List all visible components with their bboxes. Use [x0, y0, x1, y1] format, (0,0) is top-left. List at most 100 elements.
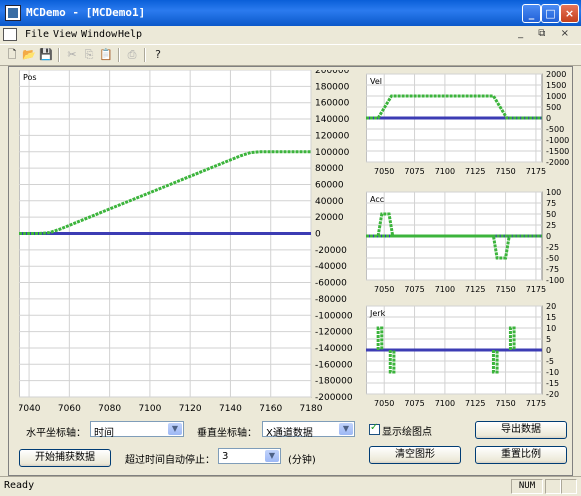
position-chart[interactable]: Pos2000001800001600001400001200001000008… — [19, 70, 354, 415]
clear-graph-button[interactable]: 清空图形 — [369, 446, 461, 464]
y-tick-label: 50 — [546, 210, 556, 219]
menu-view[interactable]: View — [53, 29, 77, 40]
h-axis-select[interactable]: 时间 ▼ — [90, 421, 184, 439]
x-tick-label: 7175 — [526, 285, 546, 294]
x-tick-label: 7140 — [219, 404, 242, 414]
chart-title: Pos — [23, 73, 37, 82]
x-tick-label: 7075 — [404, 167, 424, 176]
save-icon[interactable]: 💾 — [38, 47, 54, 62]
y-tick-label: -25 — [546, 243, 559, 252]
status-bar: Ready NUM — [0, 476, 581, 496]
acceleration-chart[interactable]: Acc 100 75 50 25 0 -25 -50 -75 -100 7050 7075 7100 71… — [366, 188, 572, 296]
y-tick-label: 200000 — [315, 70, 350, 76]
show-points-label[interactable]: 显示绘图点 — [382, 423, 432, 438]
jerk-chart[interactable]: Jerk 20 15 10 5 0 -5 -10 -15 -20 7050 7075 7100 7125 7… — [366, 302, 572, 410]
x-tick-label: 7175 — [526, 167, 546, 176]
menu-window[interactable]: Window — [81, 29, 117, 40]
chart-title: Acc — [370, 195, 384, 204]
y-tick-label: 25 — [546, 221, 556, 230]
close-button[interactable]: × — [560, 4, 579, 23]
x-tick-label: 7180 — [300, 404, 323, 414]
chevron-down-icon[interactable]: ▼ — [265, 450, 279, 462]
copy-icon[interactable]: ⎘ — [81, 47, 97, 62]
y-tick-label: 10 — [546, 324, 556, 333]
y-tick-label: -50 — [546, 254, 559, 263]
maximize-button[interactable]: □ — [541, 4, 560, 23]
y-tick-label: -15 — [546, 379, 559, 388]
chart-title: Vel — [370, 77, 382, 86]
v-axis-value: X通道数据 — [266, 428, 313, 439]
x-tick-label: 7075 — [404, 399, 424, 408]
y-tick-label: 2000 — [546, 70, 566, 79]
mdi-window-controls[interactable]: _ ⧉ × — [518, 28, 575, 39]
y-tick-label: 1000 — [546, 92, 566, 101]
y-tick-label: -60000 — [315, 279, 347, 289]
y-tick-label: 500 — [546, 103, 561, 112]
y-tick-label: 40000 — [315, 197, 344, 207]
y-tick-label: 15 — [546, 313, 556, 322]
new-icon[interactable]: 🗋 — [4, 47, 20, 62]
velocity-chart[interactable]: Vel 2000 1500 1000 500 0 -500 -1000 -1500 -2000 70… — [366, 70, 572, 178]
y-tick-label: -180000 — [315, 377, 353, 387]
y-tick-label: -1500 — [546, 147, 569, 156]
window-title: MCDemo - [MCDemo1] — [26, 6, 146, 19]
y-tick-label: 1500 — [546, 81, 566, 90]
y-tick-label: -2000 — [546, 158, 569, 167]
x-tick-label: 7175 — [526, 399, 546, 408]
y-tick-label: -120000 — [315, 328, 353, 338]
minimize-button[interactable]: _ — [522, 4, 541, 23]
x-tick-label: 7060 — [58, 404, 81, 414]
timeout-unit: (分钟) — [288, 455, 316, 466]
x-tick-label: 7125 — [465, 167, 485, 176]
timeout-value: 3 — [222, 451, 229, 462]
cut-icon[interactable]: ✂ — [64, 47, 80, 62]
y-tick-label: 0 — [546, 346, 551, 355]
y-tick-label: 100000 — [315, 148, 350, 158]
app-icon[interactable] — [5, 5, 21, 21]
y-tick-label: 5 — [546, 335, 551, 344]
y-tick-label: 120000 — [315, 131, 350, 141]
menu-help[interactable]: Help — [118, 29, 142, 40]
x-tick-label: 7150 — [495, 285, 515, 294]
y-tick-label: 0 — [315, 230, 321, 240]
y-tick-label: -10 — [546, 368, 559, 377]
chevron-down-icon[interactable]: ▼ — [168, 423, 182, 435]
timeout-select[interactable]: 3 ▼ — [218, 448, 281, 464]
x-tick-label: 7100 — [138, 404, 161, 414]
y-tick-label: -20000 — [315, 246, 347, 256]
menu-bar: File View Window Help _ ⧉ × — [0, 26, 581, 44]
v-axis-select[interactable]: X通道数据 ▼ — [262, 421, 355, 439]
paste-icon[interactable]: 📋 — [98, 47, 114, 62]
y-tick-label: -100000 — [315, 311, 353, 321]
chart-title: Jerk — [369, 309, 386, 318]
help-icon[interactable]: ? — [150, 47, 166, 62]
document-icon[interactable] — [3, 28, 17, 41]
y-tick-label: 20000 — [315, 213, 344, 223]
show-points-checkbox[interactable] — [369, 422, 380, 435]
reset-scale-button[interactable]: 重置比例 — [475, 446, 567, 464]
export-data-button[interactable]: 导出数据 — [475, 421, 567, 439]
y-tick-label: 180000 — [315, 82, 350, 92]
y-tick-label: -80000 — [315, 295, 347, 305]
y-tick-label: 100 — [546, 188, 561, 197]
y-tick-label: -1000 — [546, 136, 569, 145]
timeout-label: 超过时间自动停止： — [125, 455, 215, 466]
y-tick-label: -5 — [546, 357, 554, 366]
y-tick-label: -75 — [546, 265, 559, 274]
status-cell — [561, 479, 577, 494]
y-tick-label: -100 — [546, 276, 564, 285]
open-icon[interactable]: 📂 — [21, 47, 37, 62]
start-capture-button[interactable]: 开始捕获数据 — [19, 449, 111, 467]
y-tick-label: -200000 — [315, 393, 353, 403]
x-tick-label: 7100 — [435, 399, 455, 408]
y-tick-label: 20 — [546, 302, 556, 311]
print-icon[interactable]: ⎙ — [124, 47, 140, 62]
x-tick-label: 7150 — [495, 399, 515, 408]
toolbar: 🗋 📂 💾 ✂ ⎘ 📋 ⎙ ? — [0, 44, 581, 66]
h-axis-value: 时间 — [94, 428, 114, 439]
y-tick-label: -500 — [546, 125, 564, 134]
menu-file[interactable]: File — [25, 29, 49, 40]
y-tick-label: 80000 — [315, 164, 344, 174]
chevron-down-icon[interactable]: ▼ — [339, 423, 353, 435]
x-tick-label: 7040 — [19, 404, 41, 414]
